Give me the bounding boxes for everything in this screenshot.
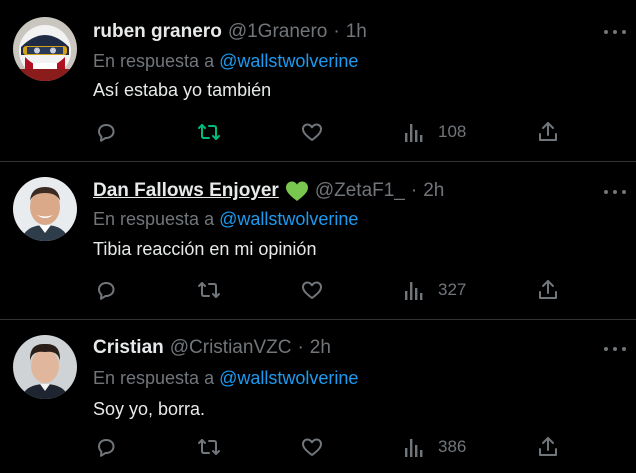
reply-icon (98, 439, 115, 457)
reply-context: En respuesta a @wallstwolverine (93, 368, 358, 389)
display-name[interactable]: ruben granero (93, 21, 222, 43)
mention-link[interactable]: @wallstwolverine (219, 51, 358, 71)
share-button[interactable] (536, 277, 560, 303)
tweet[interactable]: Cristian @CristianVZC · 2h En respuesta … (0, 320, 636, 473)
reply-prefix: En respuesta a (93, 209, 215, 229)
user-handle[interactable]: @ZetaF1_ (315, 180, 405, 202)
separator-dot: · (297, 337, 304, 358)
retweet-button[interactable] (196, 277, 222, 303)
retweet-icon (198, 124, 220, 140)
action-bar: 108 (0, 119, 636, 145)
heart-icon (302, 281, 322, 299)
reply-context: En respuesta a @wallstwolverine (93, 209, 358, 230)
tweet-text: Tibia reacción en mi opinión (93, 239, 317, 259)
avatar[interactable] (13, 335, 77, 399)
display-name[interactable]: Cristian (93, 337, 164, 359)
views-count: 327 (438, 280, 467, 299)
views-button[interactable]: 386 (404, 434, 466, 460)
retweet-icon (198, 439, 220, 455)
more-options-icon[interactable] (604, 182, 626, 202)
avatar[interactable] (13, 17, 77, 81)
share-button[interactable] (536, 434, 560, 460)
timestamp[interactable]: 2h (310, 337, 331, 359)
tweet-header: Cristian @CristianVZC · 2h (93, 336, 331, 360)
reply-button[interactable] (94, 277, 118, 303)
user-handle[interactable]: @1Granero (228, 21, 328, 43)
tweet-text: Soy yo, borra. (93, 399, 206, 419)
separator-dot: · (410, 180, 418, 201)
action-bar: 386 (0, 434, 636, 460)
more-options-icon[interactable] (604, 22, 626, 42)
reply-prefix: En respuesta a (93, 51, 215, 71)
like-button[interactable] (300, 119, 324, 145)
views-count: 386 (438, 437, 467, 456)
man-avatar-icon (13, 177, 77, 241)
man-avatar-icon (13, 335, 77, 399)
like-button[interactable] (300, 277, 324, 303)
tweet[interactable]: ruben granero @1Granero · 1h En respuest… (0, 0, 636, 162)
action-bar: 327 (0, 277, 636, 303)
reply-button[interactable] (94, 119, 118, 145)
tweet-header: Dan Fallows Enjoyer @ZetaF1_ · 2h (93, 179, 444, 203)
tweet[interactable]: Dan Fallows Enjoyer @ZetaF1_ · 2h En res… (0, 162, 636, 320)
like-button[interactable] (300, 434, 324, 460)
share-icon (539, 122, 557, 141)
reply-icon (98, 124, 115, 142)
display-name[interactable]: Dan Fallows Enjoyer (93, 180, 279, 202)
analytics-icon (405, 439, 423, 457)
green-heart-icon (285, 180, 309, 202)
views-count: 108 (438, 122, 467, 141)
views-button[interactable]: 327 (404, 277, 466, 303)
reply-feed: ruben granero @1Granero · 1h En respuest… (0, 0, 636, 473)
heart-icon (302, 123, 322, 141)
reply-icon (98, 282, 115, 300)
more-options-icon[interactable] (604, 339, 626, 359)
retweet-button[interactable] (196, 434, 222, 460)
reply-prefix: En respuesta a (93, 368, 215, 388)
user-handle[interactable]: @CristianVZC (170, 337, 292, 359)
share-icon (539, 280, 557, 299)
avatar[interactable] (13, 177, 77, 241)
mention-link[interactable]: @wallstwolverine (219, 368, 358, 388)
share-icon (539, 437, 557, 456)
retweet-icon (198, 282, 220, 298)
views-button[interactable]: 108 (404, 119, 466, 145)
heart-icon (302, 438, 322, 456)
tweet-text: Así estaba yo también (93, 80, 272, 100)
mention-link[interactable]: @wallstwolverine (219, 209, 358, 229)
reply-context: En respuesta a @wallstwolverine (93, 51, 358, 72)
analytics-icon (405, 124, 423, 142)
timestamp[interactable]: 1h (346, 21, 367, 43)
timestamp[interactable]: 2h (423, 180, 444, 202)
helmet-avatar-icon (13, 17, 77, 81)
reply-button[interactable] (94, 434, 118, 460)
analytics-icon (405, 282, 423, 300)
share-button[interactable] (536, 119, 560, 145)
retweet-button[interactable] (196, 119, 222, 145)
separator-dot: · (333, 21, 340, 42)
tweet-header: ruben granero @1Granero · 1h (93, 20, 367, 44)
